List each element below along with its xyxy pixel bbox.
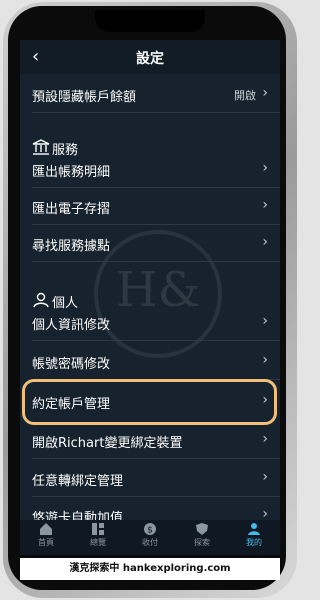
divider bbox=[32, 340, 280, 341]
bottom-tab-bar: 首頁 總覽 $ 收付 探索 我的 bbox=[20, 520, 280, 555]
change-device-row[interactable]: 開啟Richart變更綁定裝置 › bbox=[20, 422, 280, 459]
divider bbox=[32, 458, 280, 459]
phone-notch bbox=[95, 10, 205, 32]
chevron-right-icon: › bbox=[262, 197, 268, 213]
chevron-right-icon: › bbox=[262, 160, 268, 176]
row-label: 開啟Richart變更綁定裝置 bbox=[32, 436, 183, 451]
tab-label: 收付 bbox=[142, 538, 158, 547]
row-value: 開啟 bbox=[234, 89, 256, 102]
tab-mine[interactable]: 我的 bbox=[228, 522, 280, 548]
row-label: 帳號密碼修改 bbox=[32, 357, 111, 372]
shield-icon bbox=[196, 523, 208, 535]
tab-explore[interactable]: 探索 bbox=[176, 522, 228, 548]
personal-info-row[interactable]: 個人資訊修改 › bbox=[20, 304, 280, 341]
page-title: 設定 bbox=[136, 51, 164, 67]
row-label: 預設隱藏帳戶餘額 bbox=[32, 90, 137, 105]
find-branch-row[interactable]: 尋找服務據點 › bbox=[20, 225, 280, 262]
tab-payments[interactable]: $ 收付 bbox=[124, 522, 176, 548]
row-label: 個人資訊修改 bbox=[32, 318, 111, 333]
tab-label: 我的 bbox=[246, 538, 262, 547]
tab-home[interactable]: 首頁 bbox=[20, 522, 72, 548]
tab-label: 首頁 bbox=[38, 538, 54, 547]
divider bbox=[32, 261, 280, 262]
svg-text:$: $ bbox=[147, 526, 153, 536]
dollar-icon: $ bbox=[144, 523, 156, 536]
hide-balance-row[interactable]: 預設隱藏帳戶餘額 開啟 › bbox=[20, 76, 280, 113]
row-label: 任意轉綁定管理 bbox=[32, 474, 124, 489]
site-caption: 漢克探索中 hankexploring.com bbox=[20, 558, 280, 580]
row-label: 尋找服務據點 bbox=[32, 239, 111, 254]
chevron-right-icon: › bbox=[262, 313, 268, 329]
password-row[interactable]: 帳號密碼修改 › bbox=[20, 343, 280, 380]
chevron-right-icon: › bbox=[262, 469, 268, 485]
dashboard-icon bbox=[92, 523, 104, 535]
tab-overview[interactable]: 總覽 bbox=[72, 522, 124, 548]
highlight-frame bbox=[22, 379, 277, 425]
chevron-right-icon: › bbox=[262, 352, 268, 368]
chevron-right-icon: › bbox=[262, 85, 268, 101]
transfer-binding-row[interactable]: 任意轉綁定管理 › bbox=[20, 460, 280, 497]
settings-screen: ‹ 設定 預設隱藏帳戶餘額 開啟 › H& 服務 匯出帳務明細 › 匯出電子存摺… bbox=[20, 40, 280, 555]
user-icon bbox=[248, 523, 260, 535]
chevron-right-icon: › bbox=[262, 234, 268, 250]
row-label: 匯出帳務明細 bbox=[32, 165, 111, 180]
home-icon bbox=[40, 523, 52, 535]
tab-label: 總覽 bbox=[90, 538, 106, 547]
top-bar: ‹ 設定 bbox=[20, 40, 280, 74]
row-label: 匯出電子存摺 bbox=[32, 202, 111, 217]
divider bbox=[32, 112, 280, 113]
export-statement-row[interactable]: 匯出帳務明細 › bbox=[20, 151, 280, 188]
export-passbook-row[interactable]: 匯出電子存摺 › bbox=[20, 188, 280, 225]
chevron-right-icon: › bbox=[262, 431, 268, 447]
tab-label: 探索 bbox=[194, 538, 210, 547]
